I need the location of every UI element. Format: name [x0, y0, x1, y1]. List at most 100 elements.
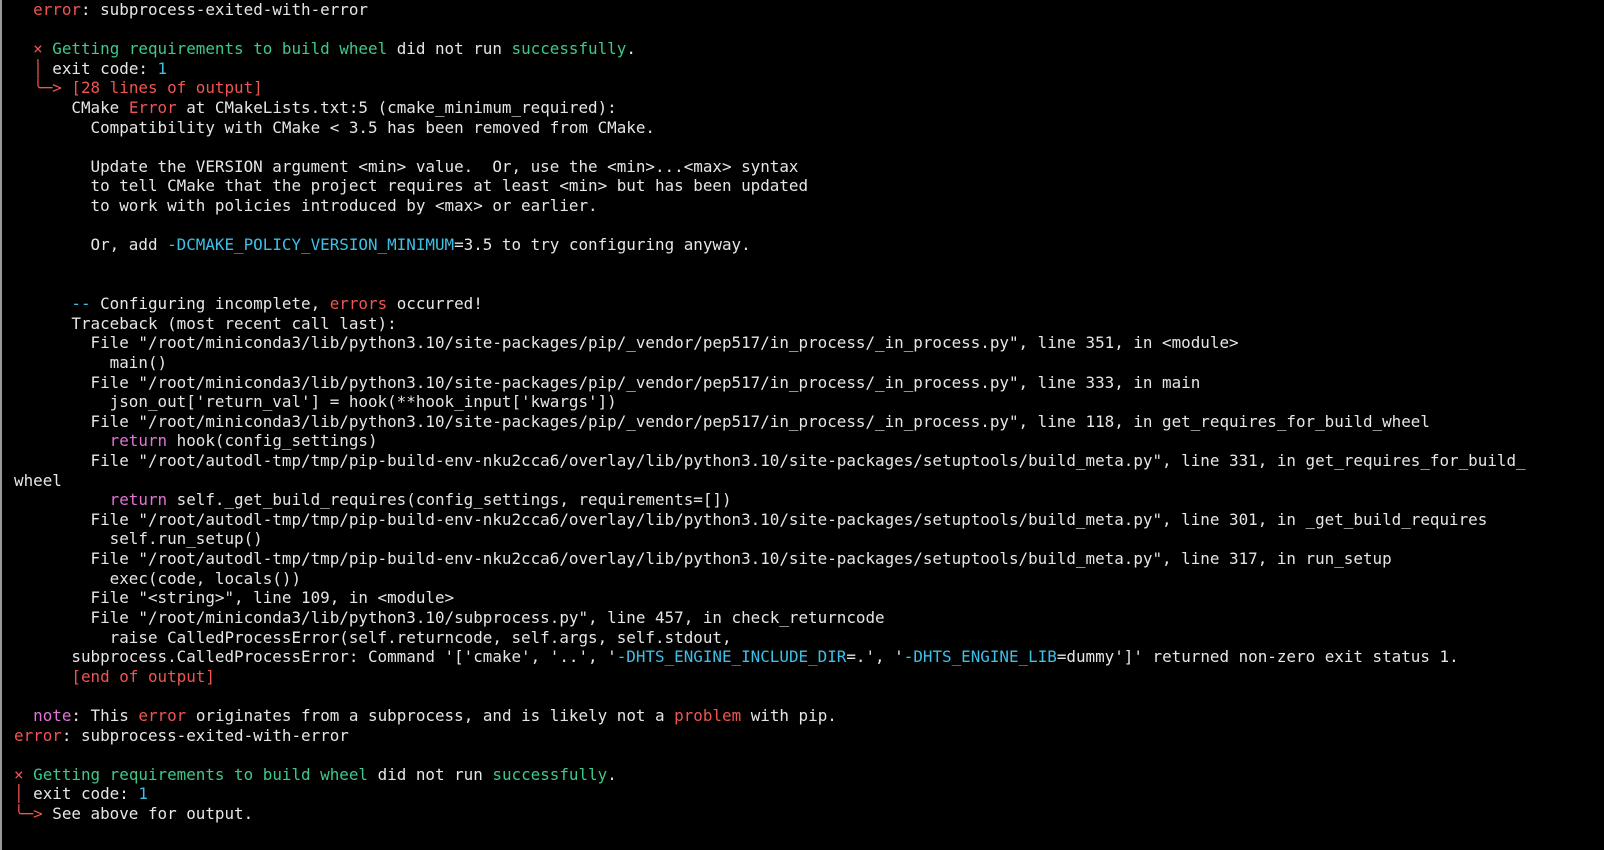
terminal-text: hook(config_settings) [167, 431, 378, 451]
terminal-text: See above for output. [42, 803, 254, 823]
terminal-text: : This [71, 705, 139, 725]
terminal-text: wheel [14, 470, 62, 490]
terminal-text: at CMakeLists.txt:5 (cmake_minimum_requi… [176, 98, 617, 118]
terminal-text: File "/root/autodl-tmp/tmp/pip-build-env… [14, 509, 1488, 529]
terminal-text: [28 lines of output] [61, 78, 263, 98]
terminal-text: . [626, 39, 636, 59]
terminal-text: =3.5 to try configuring anyway. [454, 235, 751, 255]
terminal-line: to tell CMake that the project requires … [14, 176, 1600, 196]
terminal-line: File "/root/autodl-tmp/tmp/pip-build-env… [14, 451, 1600, 471]
terminal-line: main() [14, 353, 1600, 373]
terminal-line: × Getting requirements to build wheel di… [14, 39, 1600, 59]
terminal-text: errors [329, 294, 388, 314]
terminal-text: File "/root/miniconda3/lib/python3.10/si… [14, 372, 1201, 392]
terminal-line: self.run_setup() [14, 529, 1600, 549]
terminal-text: -DHTS_ENGINE_LIB [903, 647, 1057, 667]
terminal-line: ╰─> [28 lines of output] [14, 78, 1600, 98]
terminal-text: File "/root/autodl-tmp/tmp/pip-build-env… [14, 451, 1526, 471]
terminal-text: return [109, 490, 168, 510]
terminal-line: raise CalledProcessError(self.returncode… [14, 628, 1600, 648]
terminal-line: │ exit code: 1 [14, 59, 1600, 79]
terminal-line: File "<string>", line 109, in <module> [14, 588, 1600, 608]
terminal-text: Or, add [14, 235, 168, 255]
terminal-text: exit code: [23, 784, 139, 804]
terminal-text: =dummy']' returned non-zero exit status … [1056, 647, 1459, 667]
terminal-line: Compatibility with CMake < 3.5 has been … [14, 118, 1600, 138]
terminal-text: self._get_build_requires(config_settings… [167, 490, 732, 510]
terminal-text: : subprocess-exited-with-error [61, 725, 349, 745]
terminal-text: . [607, 764, 617, 784]
terminal-text: note [33, 705, 72, 725]
terminal-text: subprocess.CalledProcessError: Command '… [14, 647, 617, 667]
terminal-line: × Getting requirements to build wheel di… [14, 765, 1600, 785]
terminal-text: with pip. [741, 705, 837, 725]
terminal-text: │ [33, 58, 43, 78]
terminal-text: to tell CMake that the project requires … [14, 176, 809, 196]
terminal-line: to work with policies introduced by <max… [14, 196, 1600, 216]
terminal-text: File "/root/miniconda3/lib/python3.10/su… [14, 607, 885, 627]
terminal-line: note: This error originates from a subpr… [14, 706, 1600, 726]
terminal-text: -DCMAKE_POLICY_VERSION_MINIMUM [167, 235, 455, 255]
terminal-text: × [14, 764, 24, 784]
terminal-text: × [33, 39, 43, 59]
terminal-line: exec(code, locals()) [14, 569, 1600, 589]
terminal-line: Or, add -DCMAKE_POLICY_VERSION_MINIMUM=3… [14, 235, 1600, 255]
terminal-text: -- [71, 294, 91, 314]
terminal-text: exit code: [42, 58, 158, 78]
terminal-line: -- Configuring incomplete, errors occurr… [14, 294, 1600, 314]
window-left-border [0, 0, 2, 850]
terminal-line: error: subprocess-exited-with-error [14, 726, 1600, 746]
terminal-line: return self._get_build_requires(config_s… [14, 490, 1600, 510]
terminal-text: exec(code, locals()) [14, 568, 302, 588]
terminal-line: File "/root/miniconda3/lib/python3.10/si… [14, 412, 1600, 432]
terminal-text: File "<string>", line 109, in <module> [14, 588, 455, 608]
terminal-text: Compatibility with CMake < 3.5 has been … [14, 117, 655, 137]
terminal-text: =.', ' [846, 647, 904, 667]
terminal-text: File "/root/autodl-tmp/tmp/pip-build-env… [14, 549, 1392, 569]
terminal-line: Traceback (most recent call last): [14, 314, 1600, 334]
terminal-text: problem [674, 705, 742, 725]
terminal-output: error: subprocess-exited-with-error × Ge… [14, 0, 1600, 824]
terminal-text: 1 [157, 58, 168, 78]
terminal-text: File "/root/miniconda3/lib/python3.10/si… [14, 411, 1430, 431]
terminal-line: error: subprocess-exited-with-error [14, 0, 1600, 20]
terminal-text: Update the VERSION argument <min> value.… [14, 156, 799, 176]
terminal-text: json_out['return_val'] = hook(**hook_inp… [14, 392, 617, 412]
terminal-line: Update the VERSION argument <min> value.… [14, 157, 1600, 177]
terminal-line: CMake Error at CMakeLists.txt:5 (cmake_m… [14, 98, 1600, 118]
terminal-line: File "/root/miniconda3/lib/python3.10/si… [14, 333, 1600, 353]
terminal-text: successfully [492, 764, 608, 784]
terminal-window[interactable]: error: subprocess-exited-with-error × Ge… [0, 0, 1604, 850]
terminal-text: main() [14, 352, 168, 372]
terminal-line: json_out['return_val'] = hook(**hook_inp… [14, 392, 1600, 412]
terminal-text: ╰─> [33, 78, 62, 98]
terminal-line: File "/root/autodl-tmp/tmp/pip-build-env… [14, 549, 1600, 569]
terminal-text: return [109, 431, 168, 451]
terminal-text: error [33, 0, 81, 19]
terminal-text: error [138, 705, 187, 725]
terminal-text: -DHTS_ENGINE_INCLUDE_DIR [616, 647, 847, 667]
terminal-text: File "/root/miniconda3/lib/python3.10/si… [14, 333, 1239, 353]
terminal-text: did not run [387, 39, 512, 59]
terminal-text: [end of output] [71, 666, 215, 686]
terminal-line: File "/root/autodl-tmp/tmp/pip-build-env… [14, 510, 1600, 530]
terminal-text: Configuring incomplete, [90, 294, 330, 314]
terminal-text: Error [128, 98, 177, 118]
terminal-text: originates from a subprocess, and is lik… [186, 705, 675, 725]
terminal-text: CMake [14, 98, 129, 118]
terminal-line: [end of output] [14, 667, 1600, 687]
terminal-text: successfully [511, 39, 627, 59]
